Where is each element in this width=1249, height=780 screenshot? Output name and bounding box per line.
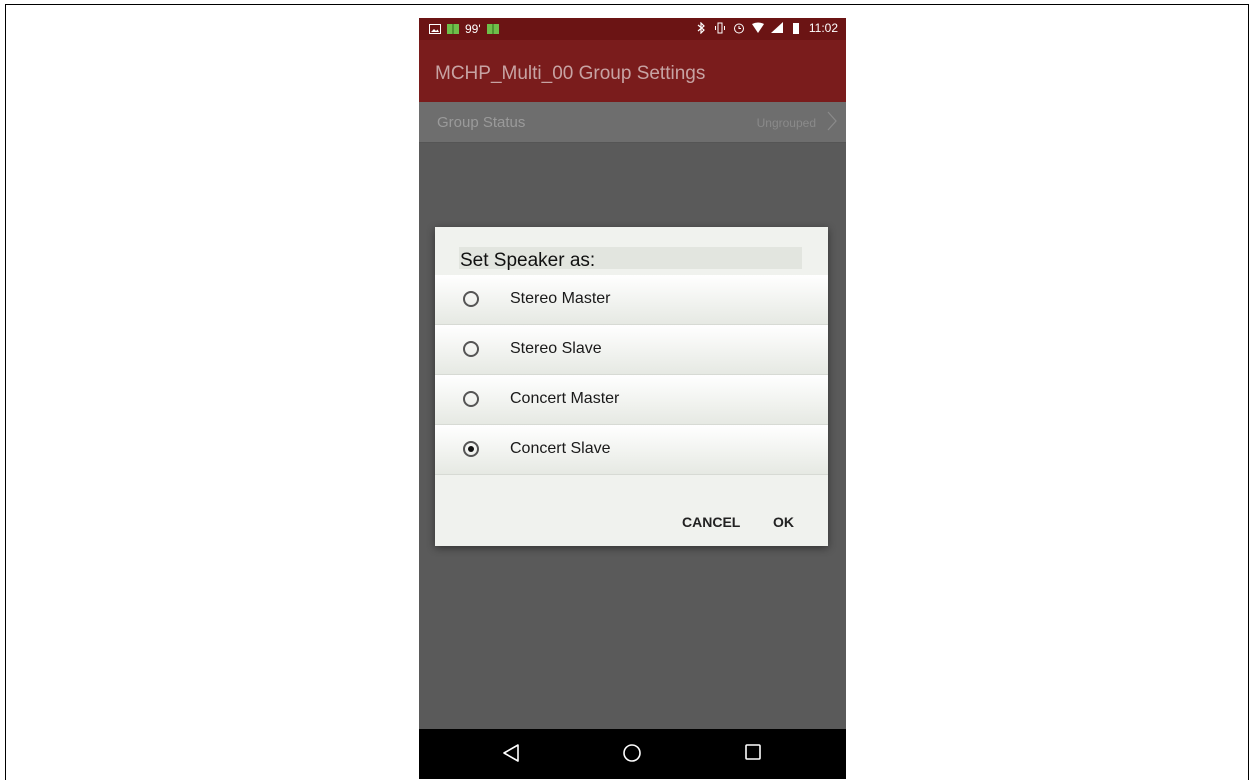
status-bar: 99' 11:02 — [419, 18, 846, 40]
group-status-row[interactable]: Group Status Ungrouped — [419, 102, 846, 143]
speaker-role-dialog: Set Speaker as: Stereo Master Stereo Sla… — [435, 227, 828, 546]
phone-screen: 99' 11:02 MCHP_Multi_00 Group Settings G… — [419, 18, 846, 779]
radio-button-selected[interactable] — [463, 441, 479, 457]
radio-button[interactable] — [463, 291, 479, 307]
option-concert-master[interactable]: Concert Master — [435, 375, 828, 425]
system-status-icons: 11:02 — [695, 21, 838, 35]
signal-icon — [770, 22, 783, 33]
battery-icon — [792, 23, 799, 34]
option-stereo-slave[interactable]: Stereo Slave — [435, 325, 828, 375]
book-icon — [447, 24, 459, 34]
wifi-icon — [751, 22, 764, 33]
navigation-bar — [419, 729, 846, 779]
cancel-button[interactable]: CANCEL — [682, 514, 740, 530]
group-status-value: Ungrouped — [756, 116, 816, 130]
option-concert-slave[interactable]: Concert Slave — [435, 425, 828, 475]
back-icon[interactable] — [502, 743, 520, 763]
vibrate-icon — [714, 22, 725, 34]
page-title: MCHP_Multi_00 Group Settings — [435, 63, 706, 84]
alarm-icon — [733, 23, 744, 34]
image-icon — [429, 24, 441, 34]
home-icon[interactable] — [622, 743, 642, 763]
app-bar: MCHP_Multi_00 Group Settings — [419, 40, 846, 102]
option-label: Stereo Slave — [510, 340, 602, 357]
option-label: Stereo Master — [510, 290, 611, 307]
dialog-title: Set Speaker as: — [460, 250, 596, 271]
radio-button[interactable] — [463, 391, 479, 407]
radio-button[interactable] — [463, 341, 479, 357]
option-stereo-master[interactable]: Stereo Master — [435, 275, 828, 325]
bluetooth-icon — [697, 22, 705, 34]
notification-badge: 99' — [465, 22, 481, 36]
option-label: Concert Master — [510, 390, 620, 407]
notification-icons: 99' — [429, 22, 499, 36]
option-label: Concert Slave — [510, 440, 611, 457]
recents-icon[interactable] — [744, 743, 762, 761]
ok-button[interactable]: OK — [773, 514, 794, 530]
chevron-right-icon — [827, 111, 837, 131]
status-time: 11:02 — [808, 21, 838, 35]
book-icon — [486, 24, 499, 34]
group-status-label: Group Status — [437, 114, 526, 131]
